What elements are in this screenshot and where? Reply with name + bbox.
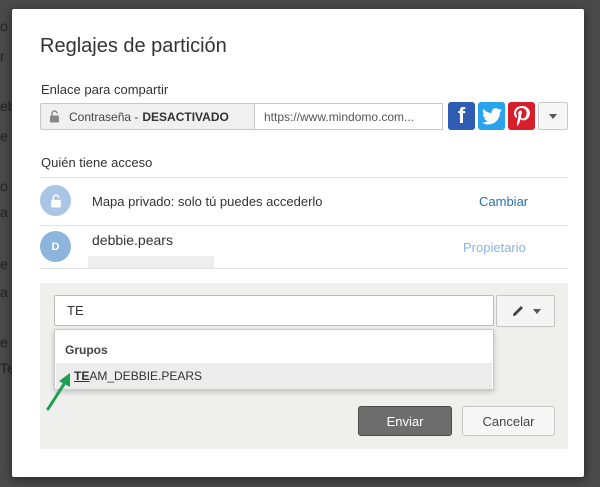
divider: [40, 225, 568, 226]
twitter-icon: [481, 107, 502, 124]
user-name: debbie.pears: [92, 232, 173, 248]
pinterest-share-button[interactable]: [508, 102, 535, 130]
share-settings-dialog: Reglajes de partición Enlace para compar…: [12, 9, 584, 477]
pencil-icon: [512, 306, 523, 316]
password-toggle[interactable]: Contraseña - DESACTIVADO: [40, 103, 255, 130]
private-map-text: Mapa privado: solo tú puedes accederlo: [92, 194, 323, 209]
facebook-share-button[interactable]: f: [448, 102, 475, 130]
group-suggestion-item[interactable]: TE AM_DEBBIE.PEARS: [56, 363, 492, 389]
access-label: Quién tiene acceso: [41, 155, 153, 170]
cancel-button[interactable]: Cancelar: [462, 406, 555, 436]
share-url-field[interactable]: https://www.mindomo.com...: [255, 103, 443, 130]
backdrop-fragment: e: [0, 334, 8, 350]
share-more-dropdown[interactable]: [538, 102, 568, 130]
send-button[interactable]: Enviar: [358, 406, 452, 436]
backdrop-fragment: e: [0, 256, 8, 272]
pointer-arrow-icon: [46, 373, 70, 411]
groups-header: Grupos: [65, 343, 108, 357]
backdrop-fragment: a: [0, 284, 8, 300]
share-link-row: Contraseña - DESACTIVADO https://www.min…: [40, 103, 443, 130]
lock-icon: [50, 193, 61, 207]
chevron-down-icon: [549, 113, 557, 119]
share-link-label: Enlace para compartir: [41, 82, 169, 97]
permission-dropdown-button[interactable]: [496, 295, 555, 327]
facebook-icon: f: [457, 103, 466, 128]
pinterest-icon: [513, 106, 530, 126]
redacted-email: [88, 256, 214, 268]
avatar: D: [40, 231, 71, 262]
password-label: Contraseña -: [69, 109, 139, 124]
private-lock-avatar: [40, 185, 71, 216]
backdrop-fragment: r: [0, 48, 5, 64]
dialog-title: Reglajes de partición: [40, 35, 227, 57]
avatar-letter: D: [51, 240, 60, 253]
owner-role: Propietario: [463, 240, 526, 255]
autocomplete-dropdown: Grupos TE AM_DEBBIE.PEARS: [54, 329, 494, 390]
suggestion-rest: AM_DEBBIE.PEARS: [89, 369, 203, 383]
match-highlight: TE: [74, 369, 90, 383]
chevron-down-icon: [532, 308, 541, 314]
password-state: DESACTIVADO: [142, 109, 229, 124]
backdrop-fragment: o: [0, 178, 8, 194]
change-link[interactable]: Cambiar: [479, 194, 528, 209]
divider: [40, 268, 568, 269]
backdrop-fragment: o: [0, 18, 8, 34]
twitter-share-button[interactable]: [478, 102, 505, 130]
divider: [40, 177, 568, 178]
backdrop-fragment: e: [0, 128, 8, 144]
invite-search-input[interactable]: TE: [54, 295, 494, 326]
lock-icon: [49, 110, 61, 123]
backdrop-fragment: a: [0, 204, 8, 220]
